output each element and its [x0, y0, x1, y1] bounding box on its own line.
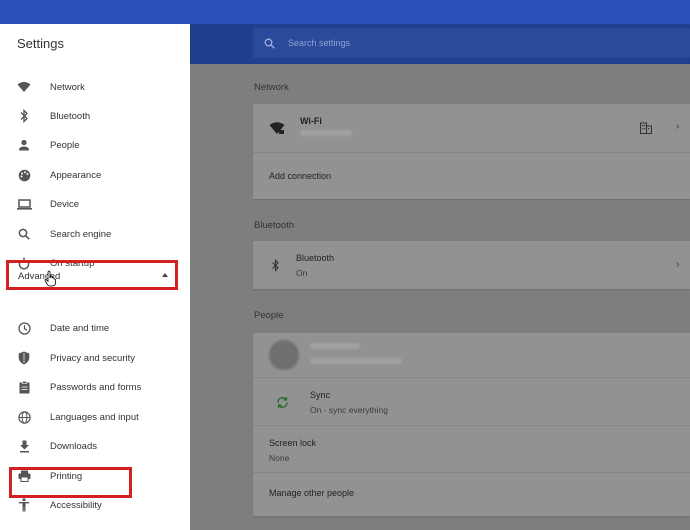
wifi-signal-icon: [269, 121, 285, 140]
divider: [253, 377, 690, 378]
sidebar-item-label: Passwords and forms: [50, 381, 142, 393]
avatar: [269, 340, 299, 370]
sidebar-item-label: Downloads: [50, 440, 97, 452]
advanced-toggle[interactable]: Advanced: [6, 260, 178, 290]
divider: [253, 152, 690, 153]
sidebar-item-bluetooth[interactable]: Bluetooth: [0, 102, 190, 130]
palette-icon: [16, 167, 32, 183]
sidebar-item-network[interactable]: Network: [0, 73, 190, 101]
sidebar-item-label: Languages and input: [50, 411, 139, 423]
divider: [253, 472, 690, 473]
sidebar-item-downloads[interactable]: Downloads: [0, 432, 190, 460]
wifi-row[interactable]: [253, 104, 690, 152]
sidebar-item-label: Device: [50, 198, 80, 210]
sidebar-item-label: People: [50, 139, 80, 151]
sidebar-item-date-and-time[interactable]: Date and time: [0, 314, 190, 342]
sidebar-item-label: Accessibility: [50, 499, 102, 511]
bluetooth-icon: [271, 258, 280, 277]
sidebar-item-label: Date and time: [50, 322, 110, 334]
sidebar-item-privacy-and-security[interactable]: Privacy and security: [0, 344, 190, 372]
search-icon: [16, 226, 32, 242]
wifi-icon: [16, 79, 32, 95]
settings-title: Settings: [17, 36, 64, 51]
section-title-people: People: [254, 310, 284, 321]
screen-lock-label[interactable]: Screen lock: [269, 438, 316, 448]
top-bar: [0, 0, 690, 24]
enterprise-building-icon: [640, 121, 652, 139]
bluetooth-card[interactable]: [253, 241, 690, 289]
clock-icon: [16, 320, 32, 336]
clipboard-icon: [16, 379, 32, 395]
chevron-right-icon: ›: [676, 121, 680, 132]
sidebar-item-passwords-and-forms[interactable]: Passwords and forms: [0, 373, 190, 401]
wifi-label: Wi-Fi: [300, 116, 322, 126]
account-name-blurred: [310, 343, 360, 349]
sidebar-item-label: Bluetooth: [50, 110, 91, 122]
accessibility-icon: [16, 497, 32, 513]
caret-up-icon: [162, 273, 168, 277]
bluetooth-label: Bluetooth: [296, 253, 335, 263]
search-placeholder: Search settings: [288, 38, 351, 48]
shield-icon: [16, 350, 32, 366]
globe-icon: [16, 409, 32, 425]
add-connection-button[interactable]: Add connection: [269, 171, 331, 181]
sidebar-item-label: Privacy and security: [50, 352, 136, 364]
section-title-bluetooth: Bluetooth: [254, 220, 295, 231]
hand-cursor-icon: [44, 270, 58, 292]
manage-other-people-button[interactable]: Manage other people: [269, 488, 354, 498]
sync-status: On - sync everything: [310, 405, 388, 415]
bluetooth-status: On: [296, 268, 308, 278]
divider: [253, 425, 690, 426]
account-email-blurred: [310, 358, 402, 364]
sidebar-item-search-engine[interactable]: Search engine: [0, 220, 190, 248]
download-icon: [16, 438, 32, 454]
chevron-right-icon: ›: [676, 259, 680, 270]
accessibility-highlight: [9, 467, 132, 498]
sidebar-item-label: Network: [50, 81, 85, 93]
search-icon: [264, 36, 275, 54]
bluetooth-icon: [16, 108, 32, 124]
person-icon: [16, 137, 32, 153]
sidebar-item-label: Search engine: [50, 228, 112, 240]
section-title-network: Network: [254, 82, 289, 93]
sidebar-item-appearance[interactable]: Appearance: [0, 161, 190, 189]
screen-lock-status: None: [269, 453, 290, 463]
laptop-icon: [16, 196, 32, 212]
sidebar-item-languages-and-input[interactable]: Languages and input: [0, 403, 190, 431]
sidebar-item-label: Appearance: [50, 169, 102, 181]
sidebar-item-people[interactable]: People: [0, 131, 190, 159]
sidebar-item-device[interactable]: Device: [0, 190, 190, 218]
wifi-network-name-blurred: [300, 130, 352, 136]
sync-label[interactable]: Sync: [310, 390, 330, 400]
sync-icon: [276, 396, 289, 414]
